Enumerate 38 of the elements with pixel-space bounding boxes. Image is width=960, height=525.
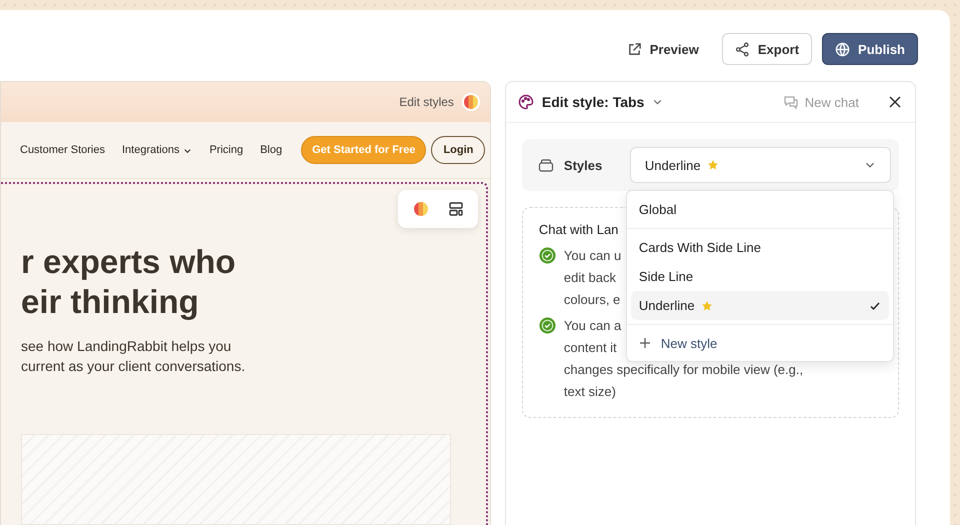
stack-icon — [538, 157, 554, 173]
plus-icon — [638, 337, 651, 349]
color-palette-swatch[interactable] — [462, 93, 480, 111]
style-option[interactable]: Side Line — [630, 262, 889, 291]
edit-styles-label[interactable]: Edit styles — [399, 95, 454, 109]
layout-icon[interactable] — [448, 201, 464, 217]
styles-label: Styles — [530, 157, 620, 173]
share-icon — [734, 42, 750, 56]
globe-icon — [835, 42, 850, 56]
nav-link[interactable]: Customer Stories — [20, 144, 105, 156]
nav-link[interactable]: Integrations — [122, 144, 192, 156]
chat-title: Chat with Lan — [538, 222, 620, 237]
chat-tip-line: content it — [564, 339, 617, 357]
nav-link[interactable]: Pricing — [209, 144, 244, 156]
panel-title[interactable]: Edit style: Tabs — [542, 94, 644, 110]
chat-tip-line: You can u — [564, 247, 622, 265]
toolbar-button[interactable]: Publish — [822, 33, 918, 65]
style-select[interactable]: Underline — [630, 147, 891, 183]
chat-tip-line: text size) — [564, 383, 616, 401]
palette-icon — [518, 94, 534, 110]
style-option[interactable]: Global — [630, 195, 889, 224]
style-option[interactable]: Underline — [630, 291, 889, 320]
chat-bubbles-icon — [782, 94, 799, 110]
hero-description: see how LandingRabbit helps you current as your client conversations. — [21, 337, 246, 376]
nav-link[interactable]: Blog — [260, 144, 282, 156]
chat-tip-line: You can a — [564, 317, 622, 335]
hero-heading: r experts who eir thinking — [21, 242, 237, 322]
toolbar-button[interactable]: Export — [722, 33, 812, 65]
new-style-button[interactable]: New style — [626, 325, 730, 361]
check-circle-icon — [538, 247, 556, 264]
external-link-icon — [626, 42, 642, 56]
login-button[interactable]: Login — [431, 136, 486, 164]
check-circle-icon — [538, 317, 556, 334]
style-option[interactable]: Cards With Side Line — [630, 233, 889, 262]
toolbar-button[interactable]: Preview — [614, 33, 712, 65]
chat-tip-line: changes specifically for mobile view (e.g., — [564, 361, 804, 379]
chat-tip-line: colours, e — [564, 291, 620, 309]
chat-tip-line: edit back — [564, 269, 616, 287]
